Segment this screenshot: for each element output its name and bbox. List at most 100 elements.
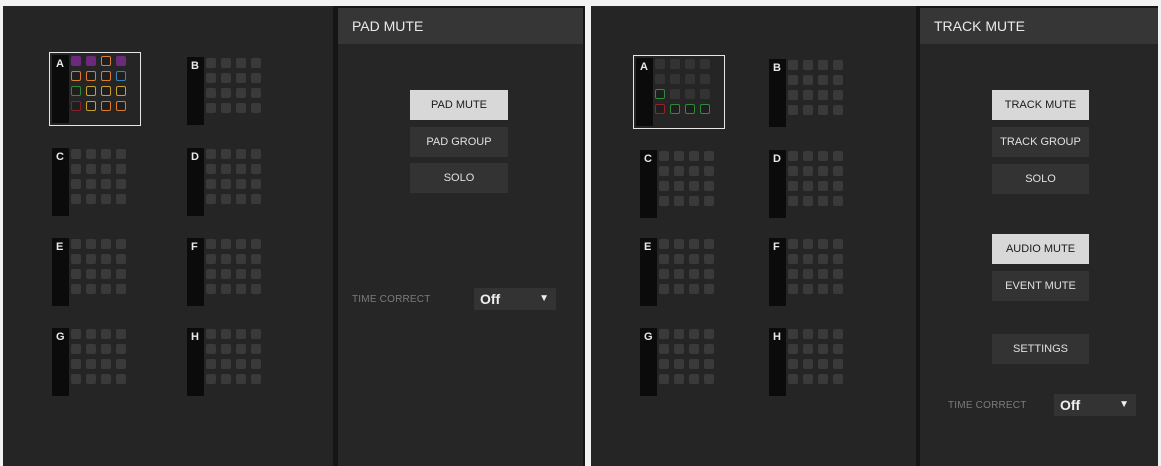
pad[interactable] <box>674 166 684 176</box>
pad[interactable] <box>236 58 246 68</box>
pad[interactable] <box>674 359 684 369</box>
pad[interactable] <box>803 75 813 85</box>
pad[interactable] <box>251 359 261 369</box>
pad[interactable] <box>221 73 231 83</box>
pad[interactable] <box>236 179 246 189</box>
bank-f[interactable]: F <box>185 236 275 308</box>
pad[interactable] <box>803 90 813 100</box>
pad[interactable] <box>86 101 96 111</box>
pad[interactable] <box>86 71 96 81</box>
pad[interactable] <box>71 194 81 204</box>
bank-b[interactable]: B <box>767 57 857 129</box>
pad[interactable] <box>71 269 81 279</box>
pad[interactable] <box>116 179 126 189</box>
pad[interactable] <box>251 58 261 68</box>
pad[interactable] <box>659 269 669 279</box>
pad[interactable] <box>674 284 684 294</box>
time-correct-dropdown[interactable]: Off ▼ <box>1054 394 1136 416</box>
bank-c[interactable]: C <box>638 148 728 220</box>
pad[interactable] <box>788 105 798 115</box>
pad[interactable] <box>221 179 231 189</box>
pad[interactable] <box>221 359 231 369</box>
pad[interactable] <box>86 329 96 339</box>
pad[interactable] <box>236 374 246 384</box>
bank-g[interactable]: G <box>638 326 728 398</box>
pad[interactable] <box>221 269 231 279</box>
pad[interactable] <box>670 74 680 84</box>
pad[interactable] <box>221 103 231 113</box>
pad[interactable] <box>689 151 699 161</box>
pad[interactable] <box>803 329 813 339</box>
pad[interactable] <box>833 151 843 161</box>
pad[interactable] <box>788 374 798 384</box>
pad[interactable] <box>206 239 216 249</box>
pad[interactable] <box>221 164 231 174</box>
pad[interactable] <box>833 284 843 294</box>
pad[interactable] <box>818 329 828 339</box>
pad[interactable] <box>659 196 669 206</box>
pad[interactable] <box>788 181 798 191</box>
pad[interactable] <box>221 344 231 354</box>
pad[interactable] <box>659 374 669 384</box>
bank-e[interactable]: E <box>638 236 728 308</box>
pad[interactable] <box>71 329 81 339</box>
pad[interactable] <box>788 239 798 249</box>
pad[interactable] <box>116 329 126 339</box>
pad[interactable] <box>206 73 216 83</box>
pad[interactable] <box>71 239 81 249</box>
pad[interactable] <box>101 329 111 339</box>
pad[interactable] <box>674 254 684 264</box>
pad[interactable] <box>803 151 813 161</box>
pad[interactable] <box>788 359 798 369</box>
pad-mute-button[interactable]: PAD MUTE <box>410 90 508 120</box>
pad[interactable] <box>704 166 714 176</box>
bank-b[interactable]: B <box>185 55 275 127</box>
pad[interactable] <box>803 105 813 115</box>
pad[interactable] <box>86 254 96 264</box>
pad[interactable] <box>818 90 828 100</box>
pad[interactable] <box>803 196 813 206</box>
pad[interactable] <box>251 344 261 354</box>
solo-button[interactable]: SOLO <box>992 164 1089 194</box>
pad[interactable] <box>71 56 81 66</box>
pad[interactable] <box>788 344 798 354</box>
pad[interactable] <box>803 166 813 176</box>
pad[interactable] <box>101 56 111 66</box>
pad[interactable] <box>833 75 843 85</box>
pad[interactable] <box>206 58 216 68</box>
pad[interactable] <box>71 254 81 264</box>
pad[interactable] <box>670 59 680 69</box>
pad[interactable] <box>833 329 843 339</box>
pad[interactable] <box>236 269 246 279</box>
pad[interactable] <box>101 164 111 174</box>
pad[interactable] <box>803 239 813 249</box>
bank-g[interactable]: G <box>50 326 140 398</box>
pad[interactable] <box>86 344 96 354</box>
pad[interactable] <box>788 196 798 206</box>
pad[interactable] <box>86 269 96 279</box>
pad[interactable] <box>818 359 828 369</box>
pad[interactable] <box>71 71 81 81</box>
pad[interactable] <box>659 181 669 191</box>
pad[interactable] <box>116 194 126 204</box>
pad[interactable] <box>71 359 81 369</box>
pad[interactable] <box>71 179 81 189</box>
pad[interactable] <box>236 194 246 204</box>
pad[interactable] <box>674 239 684 249</box>
pad[interactable] <box>818 196 828 206</box>
pad[interactable] <box>788 90 798 100</box>
pad[interactable] <box>101 239 111 249</box>
pad[interactable] <box>803 269 813 279</box>
pad[interactable] <box>221 284 231 294</box>
pad[interactable] <box>833 181 843 191</box>
pad[interactable] <box>251 73 261 83</box>
pad[interactable] <box>659 166 669 176</box>
pad[interactable] <box>236 329 246 339</box>
pad[interactable] <box>116 374 126 384</box>
pad[interactable] <box>833 105 843 115</box>
pad[interactable] <box>101 359 111 369</box>
pad[interactable] <box>101 284 111 294</box>
pad[interactable] <box>818 374 828 384</box>
pad[interactable] <box>704 284 714 294</box>
pad[interactable] <box>674 329 684 339</box>
